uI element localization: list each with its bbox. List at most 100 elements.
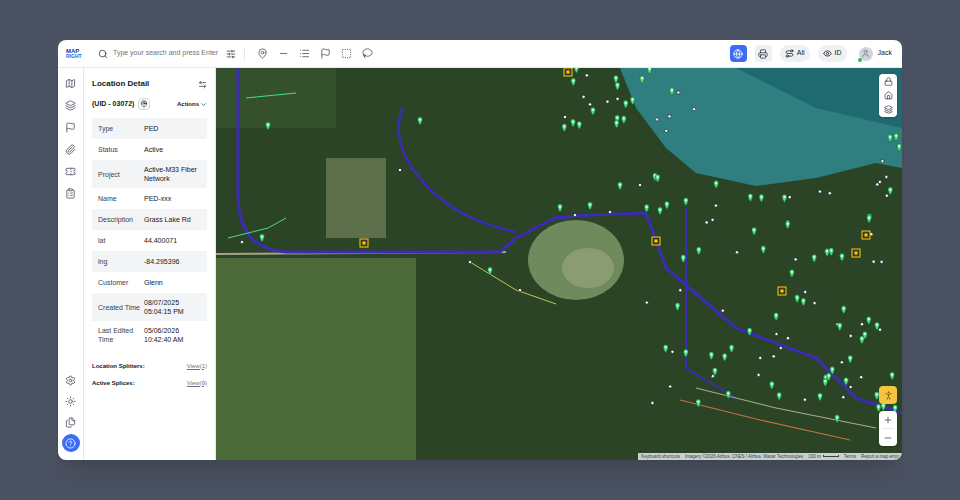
layers-button[interactable] [62, 96, 80, 114]
map-node[interactable] [616, 97, 619, 100]
map-pin[interactable] [571, 78, 576, 86]
map-node[interactable] [638, 183, 641, 186]
map-node[interactable] [606, 100, 609, 103]
map-pin[interactable] [841, 306, 846, 314]
map-pin[interactable] [761, 246, 766, 254]
map-pin[interactable] [867, 215, 872, 223]
map-node[interactable] [813, 302, 816, 305]
map-node[interactable] [669, 385, 672, 388]
map-node[interactable] [721, 309, 724, 312]
map-node[interactable] [860, 376, 863, 379]
select-tool-button[interactable] [337, 45, 355, 63]
map-node[interactable] [788, 195, 791, 198]
map-pin[interactable] [714, 180, 719, 188]
map-pin[interactable] [623, 100, 628, 108]
filter-icon[interactable] [226, 49, 236, 59]
layers-icon[interactable] [884, 105, 893, 114]
map-pin[interactable] [888, 187, 893, 195]
paperclip-button[interactable] [62, 140, 80, 158]
map-pin[interactable] [752, 227, 757, 235]
attribution-item[interactable]: Keyboard shortcuts [641, 454, 680, 459]
map-node[interactable] [468, 260, 471, 263]
map[interactable]: Keyboard shortcutsImagery ©2026 Airbus, … [216, 68, 902, 460]
map-pin[interactable] [782, 194, 787, 202]
map-node[interactable] [775, 332, 778, 335]
map-node[interactable] [804, 290, 807, 293]
map-node[interactable] [668, 115, 671, 118]
map-pin[interactable] [574, 68, 579, 73]
map-node[interactable] [876, 183, 879, 186]
map-pin[interactable] [683, 349, 688, 357]
map-node[interactable] [585, 74, 588, 77]
map-pin[interactable] [696, 399, 701, 407]
map-pin[interactable] [665, 201, 670, 209]
map-pin[interactable] [835, 415, 840, 423]
map-node[interactable] [651, 401, 654, 404]
map-node[interactable] [849, 385, 852, 388]
map-pin[interactable] [266, 122, 271, 130]
map-node[interactable] [608, 210, 611, 213]
gear-button[interactable] [62, 371, 80, 389]
map-pin[interactable] [785, 221, 790, 229]
map-pin[interactable] [747, 328, 752, 336]
map-cabinet[interactable] [564, 68, 572, 76]
filter-pill[interactable]: All [780, 45, 810, 62]
zoom-in-button[interactable] [883, 411, 893, 428]
map-cabinet[interactable] [360, 239, 368, 247]
map-pin[interactable] [647, 68, 652, 74]
map-pin[interactable] [663, 345, 668, 353]
map-pin[interactable] [562, 124, 567, 132]
map-node[interactable] [794, 258, 797, 261]
map-cabinet[interactable] [778, 287, 786, 295]
map-pin[interactable] [826, 373, 831, 381]
map-node[interactable] [588, 103, 591, 106]
flag-button[interactable] [62, 118, 80, 136]
map-pin[interactable] [897, 144, 902, 152]
map-node[interactable] [878, 328, 881, 331]
map-pin[interactable] [696, 247, 701, 255]
map-pin[interactable] [866, 317, 871, 325]
map-node[interactable] [398, 168, 401, 171]
files-button[interactable] [62, 413, 80, 431]
map-pin[interactable] [890, 372, 895, 380]
attribution-item[interactable]: Terms [844, 454, 856, 459]
locate-button[interactable] [138, 98, 150, 110]
map-pin[interactable] [818, 393, 823, 401]
map-pin[interactable] [709, 352, 714, 360]
map-pin[interactable] [729, 345, 734, 353]
map-node[interactable] [860, 323, 863, 326]
map-overlay[interactable] [216, 68, 902, 460]
map-pin[interactable] [801, 298, 806, 306]
map-node[interactable] [563, 115, 566, 118]
map-pin[interactable] [615, 82, 620, 90]
attribution-item[interactable]: 100 m [808, 454, 839, 459]
swap-icon[interactable] [198, 80, 207, 89]
map-node[interactable] [655, 118, 658, 121]
map-pin[interactable] [577, 121, 582, 129]
map-node[interactable] [885, 175, 888, 178]
map-node[interactable] [881, 159, 884, 162]
map-pin[interactable] [726, 391, 731, 399]
map-node[interactable] [240, 240, 243, 243]
map-pin[interactable] [748, 194, 753, 202]
map-pin[interactable] [418, 117, 423, 125]
map-node[interactable] [786, 337, 789, 340]
ticket-button[interactable] [62, 162, 80, 180]
map-node[interactable] [872, 260, 875, 263]
zoom-out-button[interactable] [883, 429, 893, 446]
view-link[interactable]: View(1) [187, 362, 207, 371]
report-button[interactable] [62, 184, 80, 202]
map-pin[interactable] [848, 355, 853, 363]
map-pin[interactable] [588, 202, 593, 210]
lock-icon[interactable] [884, 77, 893, 86]
map-pin[interactable] [622, 116, 627, 124]
print-button[interactable] [755, 45, 772, 62]
map-node[interactable] [842, 396, 845, 399]
map-cabinet[interactable] [852, 249, 860, 257]
search-field[interactable]: Type your search and press Enter [98, 48, 236, 59]
map-pin[interactable] [795, 295, 800, 303]
help-button[interactable] [62, 434, 80, 452]
map-node[interactable] [803, 398, 806, 401]
map-pin[interactable] [558, 204, 563, 212]
map-pin[interactable] [829, 248, 834, 256]
